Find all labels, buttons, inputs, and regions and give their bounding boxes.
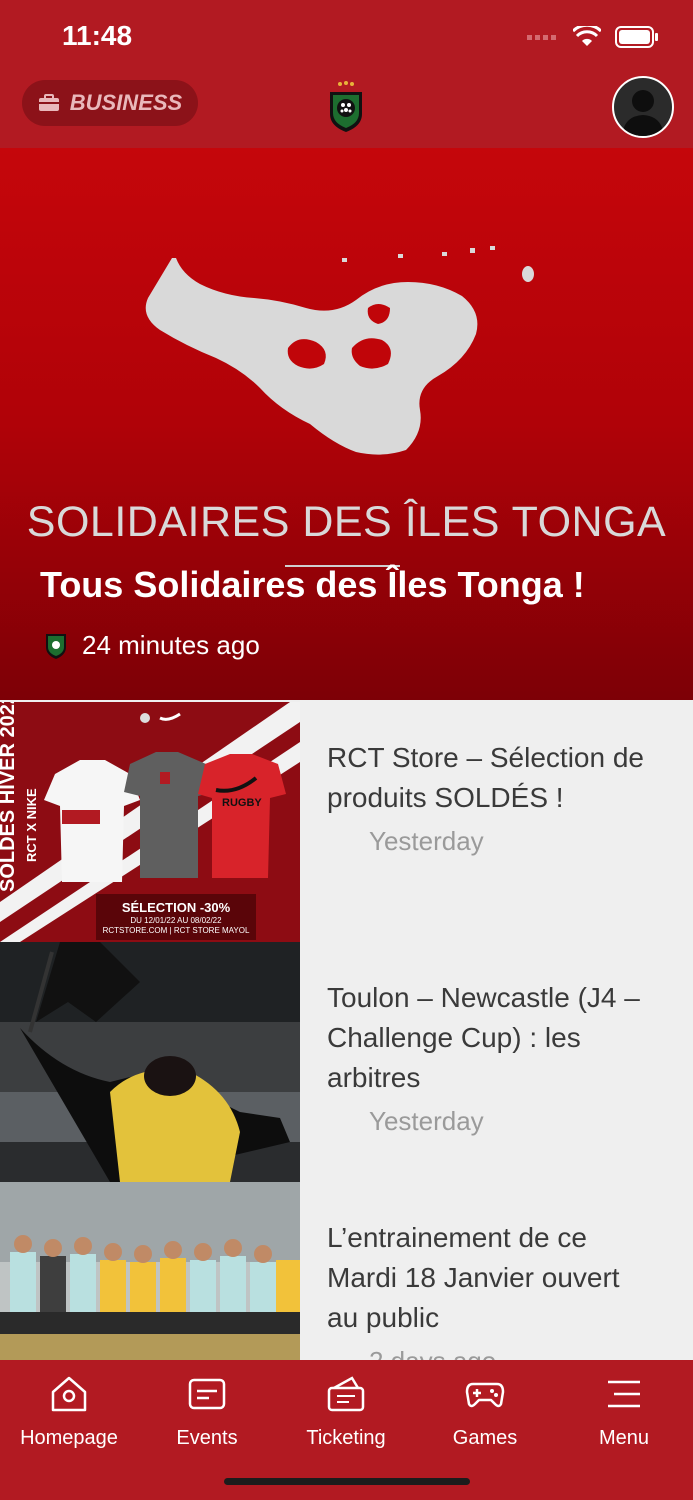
thumb-shirt-text: RUGBY [222,797,262,809]
news-item[interactable]: SOLDES HIVER 2022 RCT X NIKE SÉLECTION -… [0,702,693,943]
hero-meta: 24 minutes ago [44,630,260,661]
ticket-icon [327,1376,365,1412]
home-indicator[interactable] [224,1478,470,1485]
wifi-icon [573,26,601,46]
referee-photo [0,942,300,1182]
thumb-promo-dates: DU 12/01/22 AU 08/02/22 [130,916,222,925]
home-icon [51,1376,87,1412]
hero-banner-text: SOLIDAIRES DES ÎLES TONGA [26,498,667,546]
gamepad-icon [465,1382,505,1408]
battery-icon [615,26,658,48]
training-photo [0,1182,300,1360]
news-item[interactable]: L’entrainement de ce Mardi 18 Janvier ou… [0,1182,693,1360]
tab-label: Ticketing [306,1427,386,1449]
thumb-promo: SÉLECTION -30% [122,900,231,915]
tab-label: Games [452,1427,518,1449]
news-thumbnail-referee [0,942,300,1182]
events-icon [188,1378,226,1410]
signal-icon [527,35,556,40]
thumb-promo-sites: RCTSTORE.COM | RCT STORE MAYOL [103,926,250,935]
news-list: SOLDES HIVER 2022 RCT X NIKE SÉLECTION -… [0,702,693,1360]
news-date: Yesterday [369,826,484,856]
tab-label: Menu [598,1427,650,1449]
tab-events[interactable]: Events [138,1374,276,1450]
user-silhouette-icon [622,90,664,136]
hero-time-ago: 24 minutes ago [82,630,260,660]
tab-games[interactable]: Games [416,1374,554,1450]
tab-label: Homepage [20,1427,118,1449]
news-title: RCT Store – Sélection de produits SOLDÉS… [327,742,644,813]
news-title: L’entrainement de ce Mardi 18 Janvier ou… [327,1222,620,1333]
news-title: Toulon – Newcastle (J4 – Challenge Cup) … [327,982,640,1093]
thumb-side-title: SOLDES HIVER 2022 [0,702,19,892]
tab-label: Events [176,1427,238,1449]
briefcase-icon [38,94,59,111]
tonga-islands-illustration [145,246,534,455]
profile-avatar-button[interactable] [612,76,674,138]
news-thumbnail-training [0,1182,300,1360]
tab-homepage[interactable]: Homepage [0,1374,138,1450]
store-sale-image: SOLDES HIVER 2022 RCT X NIKE SÉLECTION -… [0,702,300,942]
status-icons [527,26,659,48]
featured-article[interactable]: SOLIDAIRES DES ÎLES TONGA Tous Solidaire… [0,148,693,700]
menu-icon [608,1380,640,1408]
status-time: 11:48 [62,20,133,51]
news-date: 2 days ago [369,1346,496,1360]
club-badge-icon [46,633,66,659]
tab-ticketing[interactable]: Ticketing [277,1374,415,1450]
news-date: Yesterday [369,1106,484,1136]
news-item[interactable]: Toulon – Newcastle (J4 – Challenge Cup) … [0,942,693,1183]
business-label: BUSINESS [69,90,183,115]
rct-logo [330,81,362,132]
thumb-side-sub: RCT X NIKE [24,788,39,862]
status-bar: 11:48 [0,0,693,72]
hero-title: Tous Solidaires des Îles Tonga ! [40,564,585,605]
app-header: BUSINESS [0,72,693,148]
business-button[interactable]: BUSINESS [22,80,198,126]
news-thumbnail-store: SOLDES HIVER 2022 RCT X NIKE SÉLECTION -… [0,702,300,942]
tab-menu[interactable]: Menu [555,1374,693,1450]
